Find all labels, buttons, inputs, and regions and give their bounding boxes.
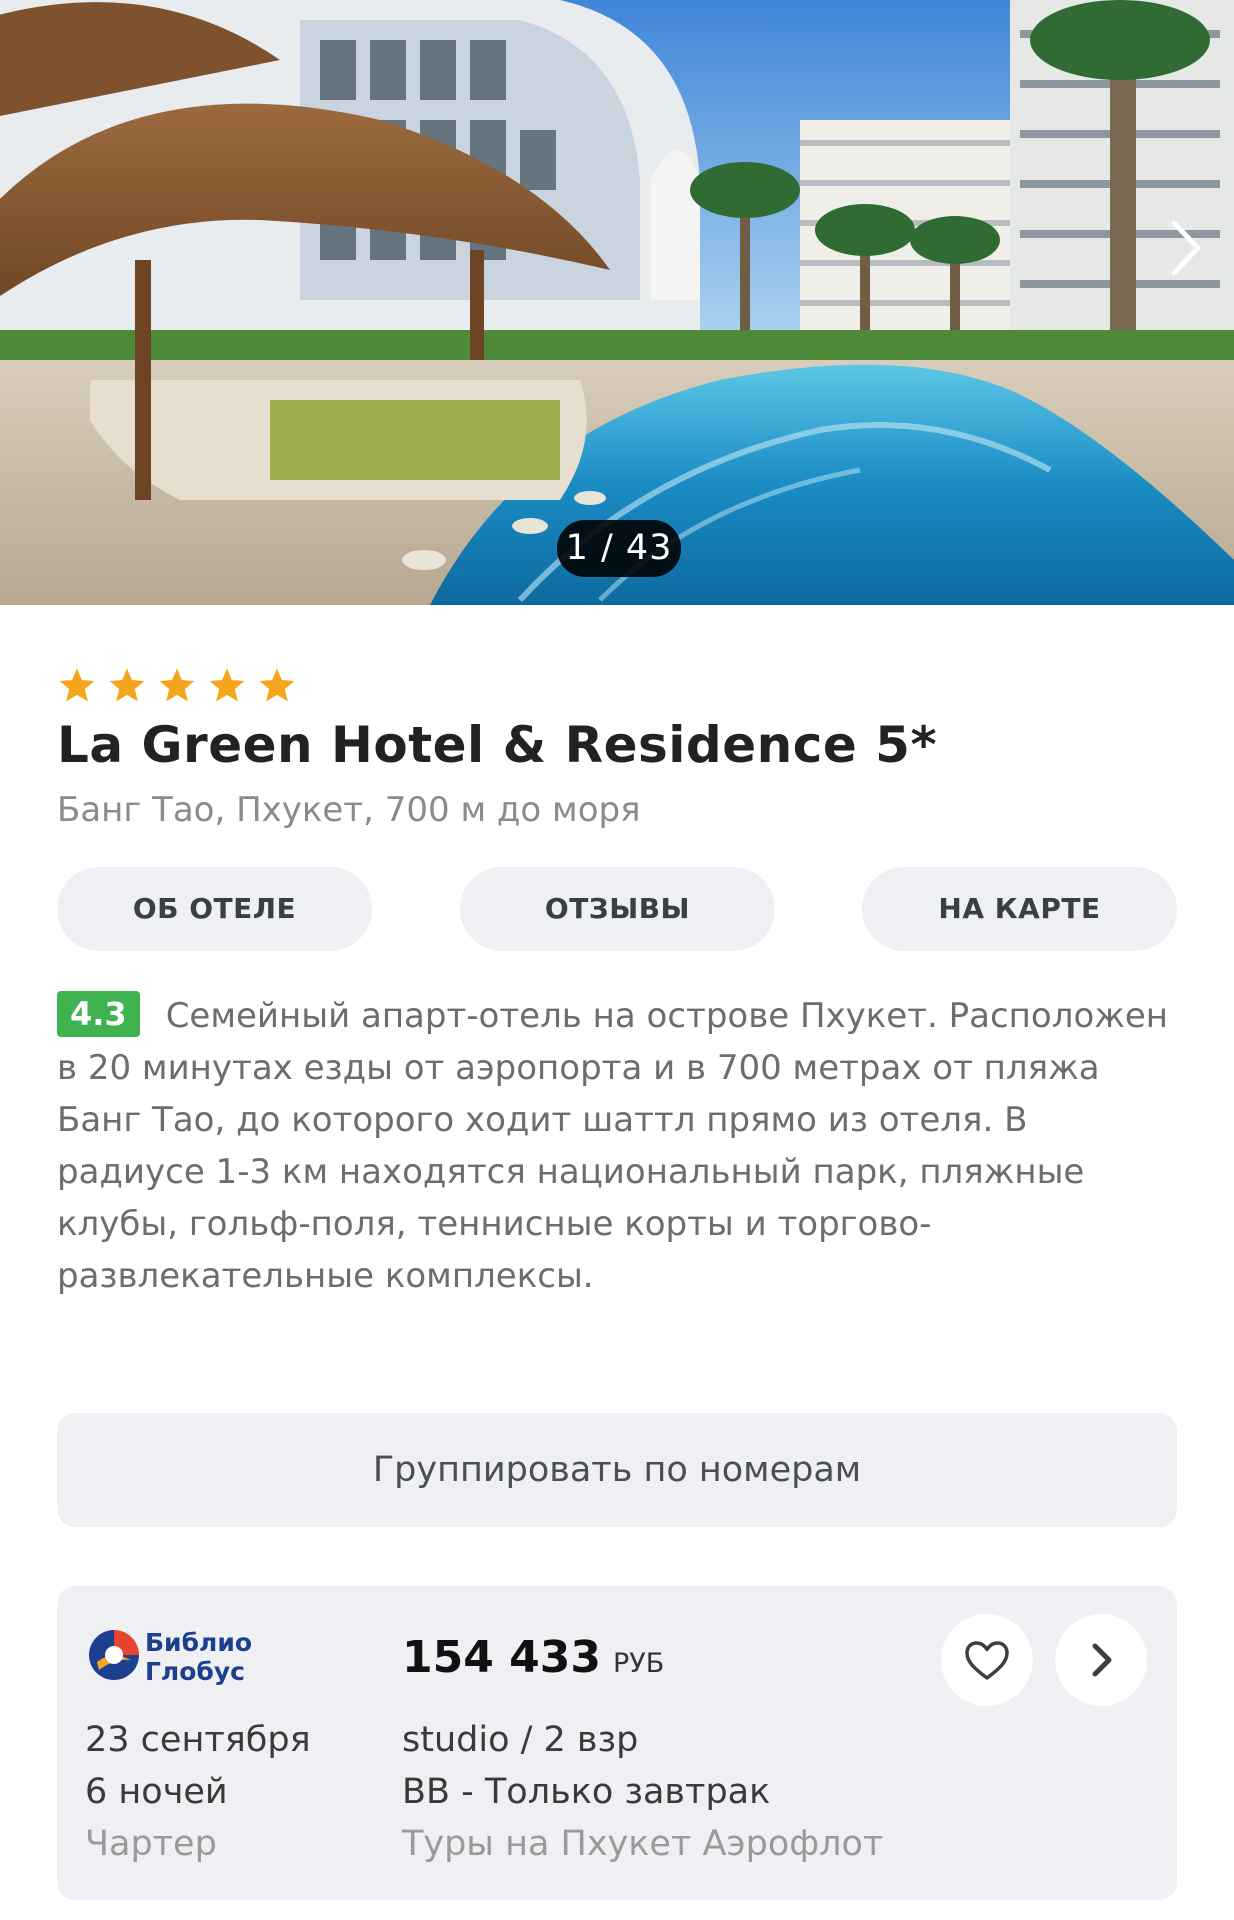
meal-plan: BB - Только завтрак [402,1772,771,1812]
room-type: studio / 2 взр [402,1720,639,1760]
nights-count: 6 ночей [85,1772,228,1812]
tab-on-map[interactable]: НА КАРТЕ [862,867,1177,951]
hotel-description: 4.3 Семейный апарт-отель на острове Пхуке… [57,990,1177,1302]
hotel-pool-photo [0,0,1234,605]
hotel-tabs: ОБ ОТЕЛЕ ОТЗЫВЫ НА КАРТЕ [57,867,1177,951]
offer-price: 154 433 РУБ [402,1632,664,1683]
price-currency: РУБ [613,1648,665,1679]
star-icon [159,668,195,702]
operator-name: Библио Глобус [145,1628,253,1686]
star-icon [209,668,245,702]
star-icon [59,668,95,702]
offer-details: studio / 2 взр BB - Только завтрак Туры … [402,1714,883,1870]
add-to-favorites-button[interactable] [941,1614,1033,1706]
description-text: Семейный апарт-отель на острове Пхукет. … [57,996,1169,1296]
tab-about-hotel[interactable]: ОБ ОТЕЛЕ [57,867,372,951]
chevron-right-icon [1171,220,1201,276]
star-icon [259,668,295,702]
next-photo-button[interactable] [1164,215,1208,281]
tour-offer-card[interactable]: Библио Глобус 154 433 РУБ 23 сентября 6 н… [57,1586,1177,1900]
star-icon [109,668,145,702]
photo-counter: 1 / 43 [557,520,681,577]
hotel-location: Банг Тао, Пхукет, 700 м до моря [57,790,641,830]
flight-type: Чартер [85,1824,217,1864]
open-offer-button[interactable] [1055,1614,1147,1706]
hotel-photo-gallery[interactable]: 1 / 43 [0,0,1234,605]
rating-badge: 4.3 [57,991,140,1037]
hotel-name: La Green Hotel & Residence 5* [57,716,938,774]
chevron-right-icon [1092,1643,1112,1677]
group-by-rooms-button[interactable]: Группировать по номерам [57,1413,1177,1527]
tour-name: Туры на Пхукет Аэрофлот [402,1824,884,1864]
departure-date: 23 сентября [85,1720,311,1760]
price-value: 154 433 [402,1632,602,1683]
tab-reviews[interactable]: ОТЗЫВЫ [460,867,775,951]
heart-icon [965,1641,1009,1680]
offer-dates: 23 сентября 6 ночей Чартер [85,1714,311,1870]
biblio-globus-logo [89,1630,139,1680]
hotel-star-rating [57,666,297,710]
